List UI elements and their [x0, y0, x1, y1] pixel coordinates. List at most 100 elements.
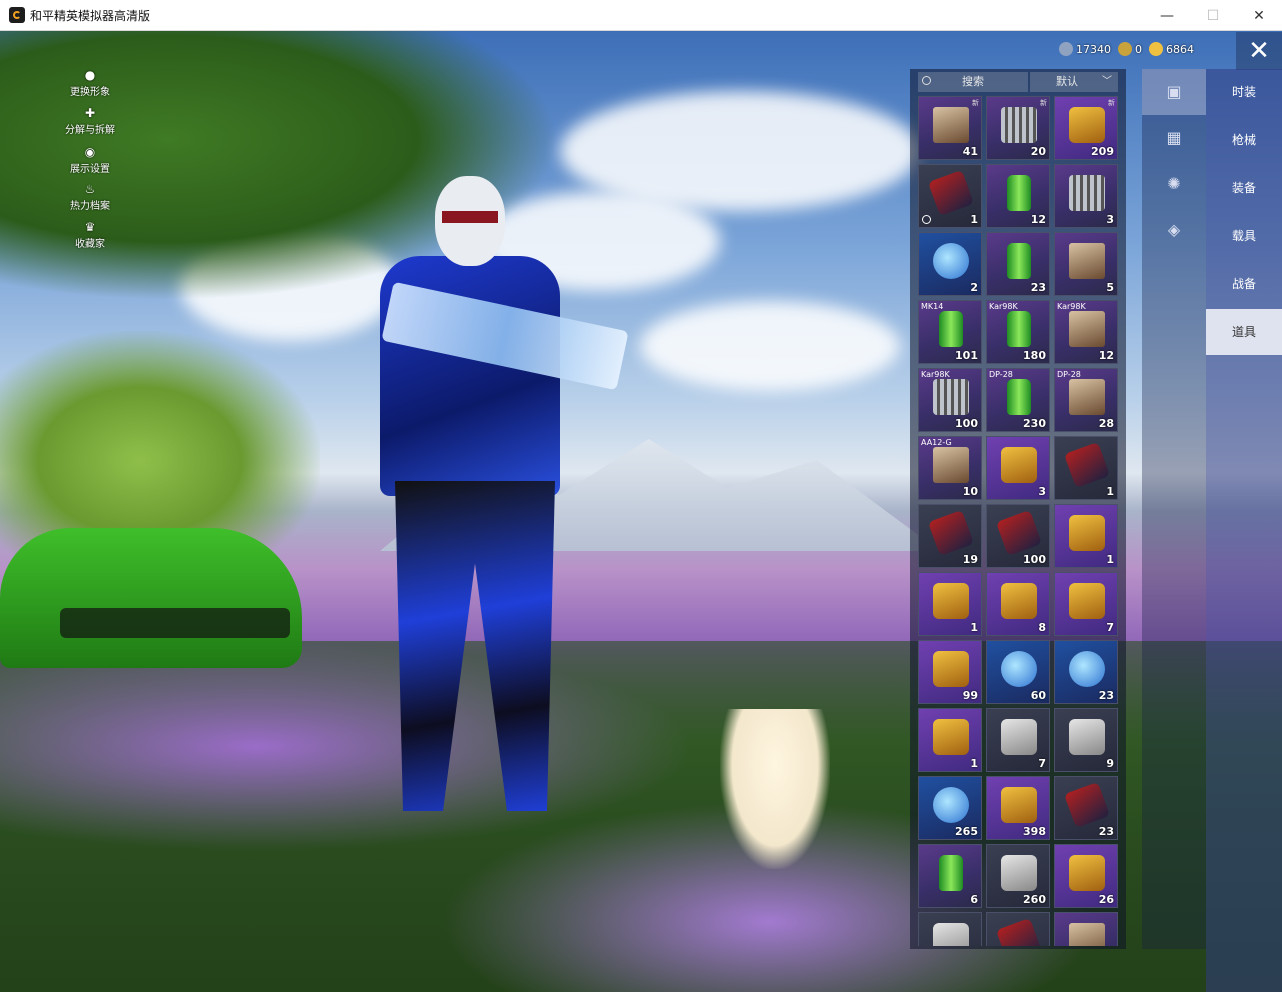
gold-item-icon [1069, 515, 1105, 551]
ticket-item-icon [1063, 781, 1111, 829]
gold-item-icon [1069, 107, 1105, 143]
inventory-item[interactable] [986, 912, 1050, 946]
search-input[interactable]: 搜索 [918, 72, 1028, 92]
sort-label: 默认 [1056, 75, 1078, 88]
inventory-item[interactable]: 260 [986, 844, 1050, 908]
item-count: 260 [1023, 893, 1046, 906]
item-count: 28 [1098, 417, 1114, 430]
window-close-button[interactable]: ✕ [1236, 0, 1282, 31]
inventory-item[interactable]: Kar98K 100 [918, 368, 982, 432]
inventory-item[interactable]: 8 [986, 572, 1050, 636]
inventory-item[interactable]: 2 [918, 232, 982, 296]
inventory-item[interactable]: 5 [1054, 232, 1118, 296]
card-icon: ▣ [1166, 82, 1182, 101]
item-count: 41 [962, 145, 978, 158]
inventory-item[interactable]: 3 [986, 436, 1050, 500]
inventory-item[interactable]: 12 [986, 164, 1050, 228]
gold-coin-icon [1149, 42, 1163, 56]
new-badge: 新 [1108, 99, 1115, 107]
inventory-item[interactable]: AA12-G 10 [918, 436, 982, 500]
tab-1[interactable]: 枪械 [1206, 117, 1282, 163]
inventory-item[interactable]: 19 [918, 504, 982, 568]
box-item-icon [933, 107, 969, 143]
eye-icon: ◉ [84, 145, 96, 159]
inventory-item[interactable]: 6 [918, 844, 982, 908]
ticket-item-icon [927, 169, 975, 217]
inventory-item[interactable] [1054, 912, 1118, 946]
ticket-item-icon [927, 509, 975, 557]
item-count: 180 [1023, 349, 1046, 362]
puzzle-icon: ✚ [84, 106, 96, 120]
inventory-item[interactable]: MK14 101 [918, 300, 982, 364]
spring-item-icon [933, 379, 969, 415]
inventory-item[interactable]: 7 [1054, 572, 1118, 636]
player-character[interactable] [380, 156, 629, 856]
ticket-item-icon [1063, 441, 1111, 489]
inventory-item[interactable]: 新 20 [986, 96, 1050, 160]
tab-0[interactable]: 时装 [1206, 69, 1282, 115]
category-icon-button[interactable]: ▣ [1142, 69, 1206, 115]
inventory-item[interactable] [918, 912, 982, 946]
gold-item-icon [1069, 855, 1105, 891]
can-item-icon [1007, 175, 1031, 211]
tab-3[interactable]: 载具 [1206, 213, 1282, 259]
inventory-item[interactable]: 1 [1054, 436, 1118, 500]
item-count: 19 [962, 553, 978, 566]
minimize-button[interactable]: — [1144, 0, 1190, 31]
inventory-item[interactable]: 9 [1054, 708, 1118, 772]
can-item-icon [1007, 243, 1031, 279]
inventory-item[interactable]: DP-28 28 [1054, 368, 1118, 432]
inventory-item[interactable]: 1 [918, 708, 982, 772]
inventory-item[interactable]: 1 [918, 164, 982, 228]
inventory-item[interactable]: DP-28 230 [986, 368, 1050, 432]
inventory-item[interactable]: 新 41 [918, 96, 982, 160]
category-icon-button[interactable]: ▦ [1142, 115, 1206, 161]
key-item-icon [933, 923, 969, 946]
inventory-item[interactable]: 100 [986, 504, 1050, 568]
side-menu-item[interactable]: ✚ 分解与拆解 [60, 106, 120, 136]
tab-4[interactable]: 战备 [1206, 261, 1282, 307]
category-icon-button[interactable]: ◈ [1142, 207, 1206, 253]
side-menu-item[interactable]: ◉ 展示设置 [60, 145, 120, 175]
clock-icon [922, 215, 931, 224]
inventory-item[interactable]: 23 [1054, 640, 1118, 704]
tab-2[interactable]: 装备 [1206, 165, 1282, 211]
item-weapon-tag: Kar98K [1057, 302, 1086, 311]
inventory-item[interactable]: 1 [918, 572, 982, 636]
inventory-item[interactable]: 1 [1054, 504, 1118, 568]
search-placeholder: 搜索 [962, 75, 984, 88]
sort-dropdown[interactable]: 默认 ﹀ [1030, 72, 1118, 92]
item-count: 12 [1098, 349, 1114, 362]
maximize-button[interactable]: ☐ [1190, 0, 1236, 31]
character-blindfold [442, 211, 498, 223]
inventory-item[interactable]: Kar98K 180 [986, 300, 1050, 364]
title-bar: 和平精英模拟器高清版 — ☐ ✕ [0, 0, 1282, 31]
side-menu-item[interactable]: ♨ 热力档案 [60, 182, 120, 212]
box-item-icon [1069, 923, 1105, 946]
orb-item-icon [1069, 651, 1105, 687]
item-count: 12 [1030, 213, 1046, 226]
inventory-item[interactable]: 23 [986, 232, 1050, 296]
inventory-item[interactable]: 新 209 [1054, 96, 1118, 160]
inventory-item[interactable]: 99 [918, 640, 982, 704]
ticket-item-icon [995, 917, 1043, 946]
tab-5[interactable]: 道具 [1206, 309, 1282, 355]
inventory-item[interactable]: 60 [986, 640, 1050, 704]
inventory-item[interactable]: 398 [986, 776, 1050, 840]
category-tabs: 时装 枪械 装备 载具 战备 道具 [1206, 69, 1282, 992]
inventory-item[interactable]: Kar98K 12 [1054, 300, 1118, 364]
item-count: 6 [970, 893, 978, 906]
inventory-item[interactable]: 3 [1054, 164, 1118, 228]
flame-icon: ♨ [84, 182, 96, 196]
inventory-item[interactable]: 26 [1054, 844, 1118, 908]
inventory-item[interactable]: 23 [1054, 776, 1118, 840]
pet-companion[interactable] [720, 709, 830, 869]
gold-item-icon [933, 583, 969, 619]
inventory-item[interactable]: 7 [986, 708, 1050, 772]
category-icon-button[interactable]: ✺ [1142, 161, 1206, 207]
side-menu-item[interactable]: ● 更换形象 [60, 68, 120, 98]
ticket-icon: ◈ [1167, 220, 1181, 239]
inventory-item[interactable]: 265 [918, 776, 982, 840]
side-menu-item[interactable]: ♛ 收藏家 [60, 220, 120, 250]
close-inventory-button[interactable]: ✕ [1236, 32, 1282, 70]
